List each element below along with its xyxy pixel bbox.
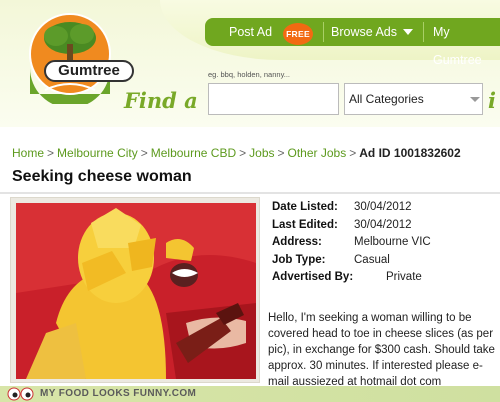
search-input[interactable] <box>208 83 339 115</box>
watermark-text: MY FOOD LOOKS FUNNY.COM <box>40 388 197 399</box>
nav-divider <box>423 22 424 42</box>
eyes-icon <box>7 387 34 401</box>
dropdown-caret-icon[interactable] <box>470 97 480 102</box>
ad-details: Date Listed: 30/04/2012 Last Edited: 30/… <box>268 199 500 287</box>
detail-label: Advertised By: <box>272 271 354 283</box>
watermark-banner: MY FOOD LOOKS FUNNY.COM <box>0 386 500 402</box>
ad-description: Hello, I'm seeking a woman willing to be… <box>268 312 495 388</box>
nav-divider <box>323 22 324 42</box>
detail-value: 30/04/2012 <box>354 218 412 231</box>
detail-row-date-listed: Date Listed: 30/04/2012 <box>268 199 500 217</box>
detail-value: Melbourne VIC <box>354 236 431 248</box>
detail-row-last-edited: Last Edited: 30/04/2012 <box>268 217 500 235</box>
breadcrumb-other-jobs[interactable]: Other Jobs <box>288 146 347 160</box>
detail-label: Date Listed: <box>272 201 338 213</box>
breadcrumb-separator: > <box>349 146 357 160</box>
ad-photo <box>16 203 256 379</box>
breadcrumb-separator: > <box>239 146 247 160</box>
detail-row-advertised-by: Advertised By: Private <box>268 269 500 287</box>
category-select[interactable]: All Categories <box>344 83 483 115</box>
chevron-down-icon[interactable] <box>403 29 413 35</box>
my-gumtree-link[interactable]: My Gumtree <box>433 18 500 67</box>
site-header: Gumtree Post Ad FREE Browse Ads My Gumtr… <box>0 0 500 127</box>
detail-label: Job Type: <box>272 253 326 266</box>
browse-ads-link[interactable]: Browse Ads <box>331 18 397 46</box>
breadcrumb-separator: > <box>47 146 55 160</box>
post-ad-link[interactable]: Post Ad <box>229 18 272 46</box>
breadcrumb-jobs[interactable]: Jobs <box>249 146 274 160</box>
breadcrumb: Home > Melbourne City > Melbourne CBD > Jobs > O… <box>12 146 461 160</box>
ad-photo-frame[interactable] <box>10 197 260 383</box>
detail-value: Casual <box>354 253 390 266</box>
top-nav: Post Ad FREE Browse Ads My Gumtree <box>205 18 500 67</box>
tree-icon <box>29 13 111 108</box>
find-label: Find a <box>124 88 198 113</box>
breadcrumb-separator: > <box>140 146 148 160</box>
logo-text: Gumtree <box>44 60 134 82</box>
breadcrumb-home[interactable]: Home <box>12 146 44 160</box>
gumtree-logo[interactable]: Gumtree <box>20 8 134 108</box>
detail-row-address: Address: Melbourne VIC <box>268 234 500 252</box>
title-divider <box>0 192 500 194</box>
breadcrumb-melbourne-cbd[interactable]: Melbourne CBD <box>151 146 236 160</box>
detail-value: Private <box>386 271 422 283</box>
free-badge: FREE <box>283 23 313 45</box>
breadcrumb-separator: > <box>277 146 285 160</box>
detail-value: 30/04/2012 <box>354 201 412 213</box>
detail-row-job-type: Job Type: Casual <box>268 252 500 270</box>
search-hint: eg. bbq, holden, nanny... <box>208 70 291 79</box>
detail-label: Address: <box>272 236 322 248</box>
breadcrumb-melbourne-city[interactable]: Melbourne City <box>57 146 138 160</box>
in-label: i <box>488 88 496 113</box>
ad-id: Ad ID 1001832602 <box>359 146 461 160</box>
detail-label: Last Edited: <box>272 218 338 231</box>
ad-title: Seeking cheese woman <box>12 168 192 185</box>
